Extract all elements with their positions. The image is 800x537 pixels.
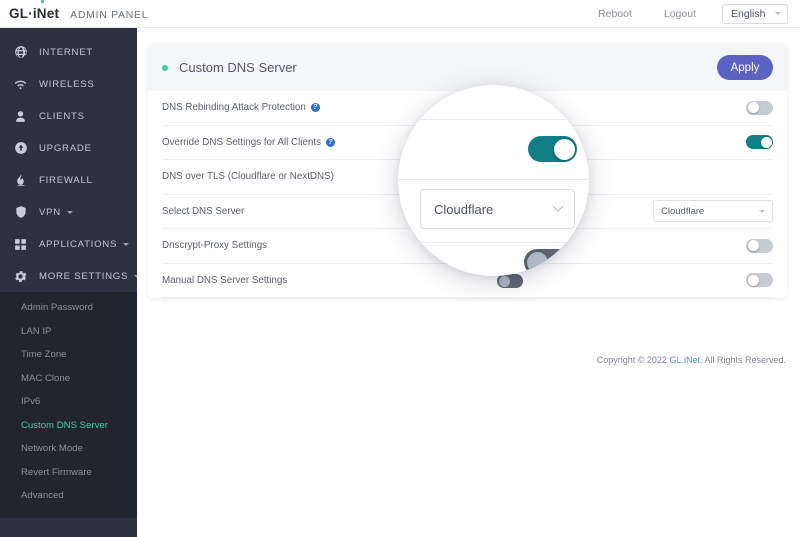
apply-button[interactable]: Apply	[717, 55, 773, 80]
row-label-text: Select DNS Server	[162, 205, 245, 217]
top-bar-actions: Reboot Logout English	[582, 3, 788, 24]
flame-icon	[13, 173, 28, 188]
toggle-knob	[747, 102, 759, 114]
dnscrypt-proxy-toggle[interactable]	[746, 238, 773, 253]
chevron-down-icon	[775, 12, 781, 15]
sidebar-item-label: WIRELESS	[39, 78, 95, 90]
magnified-override-dns-toggle[interactable]	[528, 136, 577, 162]
sidebar-subitem-lan-ip[interactable]: LAN IP	[0, 320, 137, 344]
copyright-prefix: Copyright © 2022	[596, 355, 670, 365]
manual-dns-toggle[interactable]	[746, 273, 773, 288]
sidebar-item-label: FIREWALL	[39, 174, 93, 186]
dns-server-select-value: Cloudflare	[661, 205, 705, 217]
chevron-down-icon	[66, 210, 73, 214]
row-label-text: Override DNS Settings for All Clients	[162, 136, 321, 148]
language-select[interactable]: English	[722, 3, 788, 24]
sidebar-item-label: UPGRADE	[39, 142, 92, 154]
override-dns-toggle[interactable]	[746, 135, 773, 150]
sidebar-subitem-ipv6[interactable]: IPv6	[0, 390, 137, 414]
toggle-knob	[747, 240, 759, 252]
reboot-link[interactable]: Reboot	[582, 8, 648, 20]
magnified-dns-rebinding-toggle[interactable]	[544, 85, 589, 100]
sidebar-item-label: MORE SETTINGS	[39, 270, 129, 282]
sidebar-subitem-advanced[interactable]: Advanced	[0, 484, 137, 508]
toggle-knob	[760, 136, 772, 148]
sidebar-item-clients[interactable]: CLIENTS	[0, 100, 137, 132]
sidebar: INTERNET WIRELESS CLIENTS UPGRADE FIREWA…	[0, 28, 141, 537]
row-label-text: DNS over TLS (Cloudflare or NextDNS)	[162, 171, 334, 183]
magnified-dns-server-select[interactable]: Cloudflare	[420, 189, 575, 229]
upgrade-icon	[13, 141, 28, 156]
row-divider	[398, 119, 589, 120]
grid-icon	[13, 237, 28, 252]
brand-link[interactable]: GL.iNet	[669, 355, 700, 365]
copyright-suffix: . All Rights Reserved.	[699, 355, 786, 365]
magnified-select-value: Cloudflare	[434, 201, 494, 217]
admin-panel-label: ADMIN PANEL	[70, 9, 149, 21]
sidebar-subitem-time-zone[interactable]: Time Zone	[0, 343, 137, 367]
toggle-knob	[546, 85, 568, 98]
sidebar-item-wireless[interactable]: WIRELESS	[0, 68, 137, 100]
dns-server-select[interactable]: Cloudflare	[653, 200, 773, 223]
chevron-down-icon	[123, 242, 130, 246]
row-label-text: DNS Rebinding Attack Protection	[162, 102, 306, 114]
logout-link[interactable]: Logout	[648, 8, 712, 20]
toggle-knob	[553, 138, 575, 160]
help-icon[interactable]: ?	[310, 103, 320, 113]
toggle-knob	[747, 274, 759, 286]
toggle-knob	[526, 251, 548, 273]
sidebar-subitem-mac-clone[interactable]: MAC Clone	[0, 367, 137, 391]
sidebar-item-firewall[interactable]: FIREWALL	[0, 164, 137, 196]
sidebar-subitem-admin-password[interactable]: Admin Password	[0, 296, 137, 320]
dns-rebinding-toggle[interactable]	[746, 100, 773, 115]
globe-icon	[13, 45, 28, 60]
footer-copyright: Copyright © 2022 GL.iNet. All Rights Res…	[597, 355, 786, 365]
status-badge	[162, 64, 168, 71]
sidebar-main-nav: INTERNET WIRELESS CLIENTS UPGRADE FIREWA…	[0, 28, 141, 292]
sidebar-subitem-network-mode[interactable]: Network Mode	[0, 437, 137, 461]
toggle-knob	[498, 275, 510, 287]
chevron-down-icon	[552, 200, 564, 212]
logo-accent-mark	[41, 0, 44, 3]
sidebar-item-label: VPN	[39, 206, 61, 218]
sidebar-subitem-custom-dns-server[interactable]: Custom DNS Server	[0, 414, 137, 438]
row-label-text: Manual DNS Server Settings	[162, 274, 288, 286]
card-header: Custom DNS Server Apply	[148, 44, 787, 91]
brand-logo: GL·iNet ADMIN PANEL	[9, 0, 149, 21]
user-icon	[13, 109, 28, 124]
sidebar-item-internet[interactable]: INTERNET	[0, 36, 137, 68]
gear-icon	[13, 269, 28, 284]
sidebar-subitem-revert-firmware[interactable]: Revert Firmware	[0, 461, 137, 485]
shield-icon	[13, 205, 28, 220]
sidebar-item-label: CLIENTS	[39, 110, 85, 122]
row-divider	[398, 242, 589, 243]
admin-panel-page: GL·iNet ADMIN PANEL Reboot Logout Englis…	[0, 0, 800, 537]
page-white-area	[137, 338, 800, 537]
manual-dns-toggle-fragment[interactable]	[497, 274, 523, 288]
logo-text: GL·iNet	[9, 6, 60, 21]
sidebar-item-label: APPLICATIONS	[39, 238, 118, 250]
sidebar-item-applications[interactable]: APPLICATIONS	[0, 228, 137, 260]
magnified-dnscrypt-proxy-toggle[interactable]	[524, 249, 573, 275]
wifi-icon	[13, 77, 28, 92]
page-title: Custom DNS Server	[179, 60, 297, 75]
language-select-value: English	[731, 7, 766, 20]
sidebar-submenu: Admin Password LAN IP Time Zone MAC Clon…	[0, 292, 137, 518]
top-bar: GL·iNet ADMIN PANEL Reboot Logout Englis…	[0, 0, 800, 28]
help-icon[interactable]: ?	[325, 137, 335, 147]
sidebar-item-vpn[interactable]: VPN	[0, 196, 137, 228]
row-divider	[398, 179, 589, 180]
chevron-down-icon	[759, 209, 765, 213]
sidebar-item-label: INTERNET	[39, 46, 93, 58]
sidebar-item-more-settings[interactable]: MORE SETTINGS	[0, 260, 141, 292]
magnifier-content: Cloudflare	[398, 85, 589, 276]
row-label-text: Dnscrypt-Proxy Settings	[162, 240, 268, 252]
magnifier-lens: Cloudflare	[398, 85, 589, 276]
sidebar-item-upgrade[interactable]: UPGRADE	[0, 132, 137, 164]
